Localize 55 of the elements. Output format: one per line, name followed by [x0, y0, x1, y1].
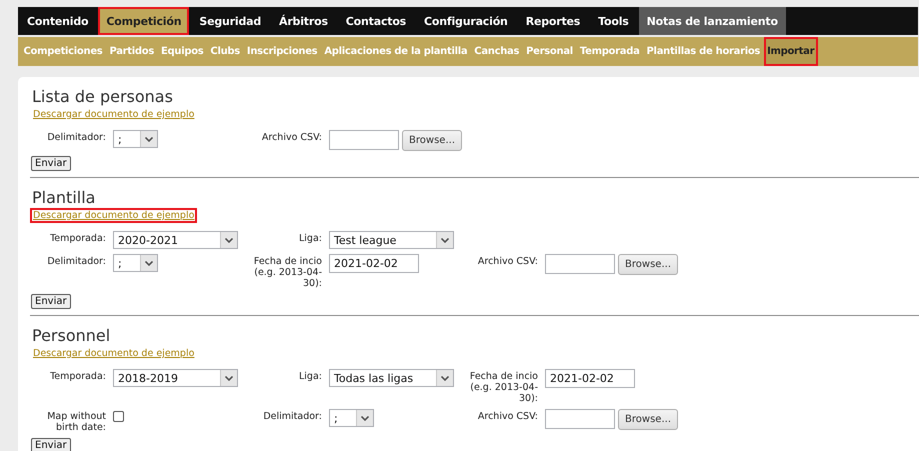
field-label: Archivo CSV:: [476, 410, 538, 422]
section-title: Personnel: [32, 326, 110, 346]
browse-button[interactable]: Browse...: [402, 130, 462, 151]
menu-tab[interactable]: Notas de lanzamiento: [638, 7, 786, 35]
menu-tab[interactable]: Contactos: [338, 7, 414, 35]
menu-tab[interactable]: Seguridad: [191, 7, 270, 35]
date-field[interactable]: 2021-02-02: [329, 254, 419, 273]
menu-tab[interactable]: Tools: [590, 7, 637, 35]
file-name-field[interactable]: [329, 130, 400, 150]
dropdown[interactable]: Todas las ligas: [329, 369, 454, 387]
field-label: Map without birth date:: [46, 410, 106, 433]
menu-tab[interactable]: Competición: [98, 7, 190, 35]
dropdown[interactable]: Test league: [329, 231, 454, 249]
dropdown[interactable]: ;: [113, 254, 158, 272]
chevron-down-icon: [441, 376, 449, 380]
dropdown[interactable]: ;: [113, 130, 158, 148]
field-label: Liga:: [298, 232, 322, 244]
dropdown[interactable]: 2018-2019: [113, 369, 238, 387]
file-name-field[interactable]: [545, 409, 616, 429]
date-field[interactable]: 2021-02-02: [545, 369, 635, 388]
field-label: Fecha de incio (e.g. 2013-04-30):: [468, 370, 538, 404]
submenu-tab[interactable]: Importar: [764, 37, 818, 66]
browse-button[interactable]: Browse...: [618, 254, 678, 275]
field-label: Archivo CSV:: [476, 255, 538, 267]
field-label: Archivo CSV:: [260, 131, 322, 143]
submit-button[interactable]: Enviar: [31, 156, 71, 171]
checkbox[interactable]: [113, 411, 124, 422]
field-label: Temporada:: [49, 370, 106, 382]
menu-tab[interactable]: Contenido: [19, 7, 96, 35]
field-label: Temporada:: [49, 232, 106, 244]
chevron-down-icon: [225, 238, 233, 242]
sample-document-link[interactable]: Descargar documento de ejemplo: [30, 107, 198, 122]
chevron-down-icon: [441, 238, 449, 242]
field-label: Fecha de incio (e.g. 2013-04-30):: [252, 255, 322, 289]
submit-button[interactable]: Enviar: [31, 438, 71, 451]
menu-tab[interactable]: Reportes: [518, 7, 588, 35]
menu-tab[interactable]: Configuración: [416, 7, 516, 35]
menu-tab[interactable]: Árbitros: [271, 7, 336, 35]
chevron-down-icon: [361, 416, 369, 420]
field-label: Delimitador:: [46, 255, 106, 267]
field-label: Delimitador:: [262, 410, 322, 422]
section-title: Plantilla: [32, 188, 96, 208]
chevron-down-icon: [225, 376, 233, 380]
chevron-down-icon: [145, 260, 153, 266]
dropdown[interactable]: ;: [329, 409, 374, 427]
dropdown[interactable]: 2020-2021: [113, 231, 238, 249]
sample-document-link[interactable]: Descargar documento de ejemplo: [30, 208, 198, 223]
chevron-down-icon: [145, 136, 153, 142]
submit-button[interactable]: Enviar: [31, 294, 71, 309]
section-title: Lista de personas: [32, 87, 173, 107]
sample-document-link[interactable]: Descargar documento de ejemplo: [30, 346, 198, 361]
browse-button[interactable]: Browse...: [618, 409, 678, 430]
field-label: Delimitador:: [46, 131, 106, 143]
field-label: Liga:: [298, 370, 322, 382]
file-name-field[interactable]: [545, 254, 616, 274]
